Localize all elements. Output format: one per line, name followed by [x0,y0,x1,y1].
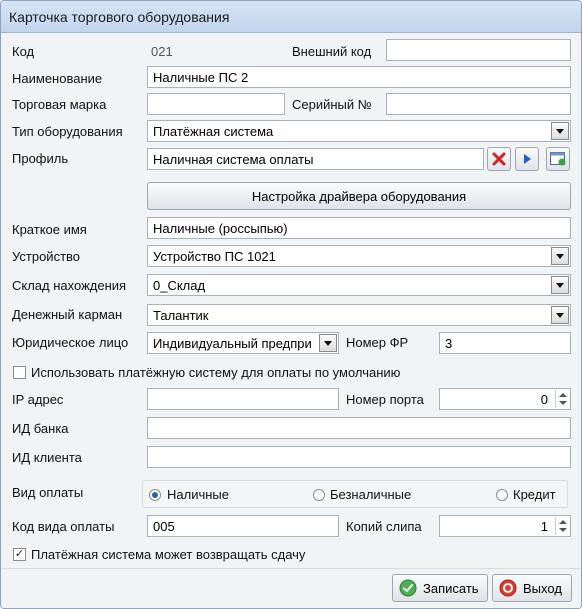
cash-pocket-value: Талантик [153,308,209,323]
arrow-down-icon[interactable] [559,528,567,532]
can-return-change-label: Платёжная система может возвращать сдачу [31,547,306,562]
red-power-icon [499,579,517,597]
payment-option-cash-label[interactable]: Наличные [167,487,229,502]
exit-button-label: Выход [523,580,562,596]
device-value: Устройство ПС 1021 [153,249,276,264]
legal-entity-select[interactable]: Индивидуальный предпри [147,332,339,354]
can-return-change-checkbox[interactable]: ✓ [13,548,26,561]
fr-number-label: Номер ФР [346,335,409,350]
clear-profile-button[interactable] [487,147,511,171]
form-body: Код 021 Внешний код Наименование Наличны… [2,33,580,608]
port-spinner[interactable]: 0 [439,388,571,410]
spinner-arrows[interactable] [555,390,569,408]
window-title: Карточка торгового оборудования [9,9,230,25]
serial-label: Серийный № [292,97,372,112]
brand-label: Торговая марка [12,97,107,112]
payment-kind-label: Вид оплаты [12,485,84,500]
name-label: Наименование [12,71,103,86]
footer-divider [2,568,580,569]
warehouse-select[interactable]: 0_Склад [147,274,571,296]
device-label: Устройство [12,249,81,264]
code-value: 021 [151,44,173,59]
title-bar: Карточка торгового оборудования [1,1,581,33]
client-id-input[interactable] [147,446,571,468]
blue-play-icon [524,154,531,164]
external-code-input[interactable] [386,39,571,61]
chevron-down-icon[interactable] [551,306,569,324]
payment-option-cashless-label[interactable]: Безналичные [330,487,411,502]
fr-number-input[interactable]: 3 [439,332,571,354]
port-label: Номер порта [346,392,424,407]
slip-copies-value: 1 [540,519,548,534]
save-button[interactable]: Записать [392,574,488,602]
warehouse-value: 0_Склад [153,278,206,293]
cash-pocket-label: Денежный карман [12,307,123,322]
equipment-card-window: Карточка торгового оборудования Код 021 … [0,0,582,609]
arrow-up-icon[interactable] [559,520,567,524]
serial-input[interactable] [386,93,571,115]
chevron-down-icon[interactable] [551,122,569,140]
equipment-type-select[interactable]: Платёжная система [147,120,571,142]
bank-id-input[interactable] [147,417,571,439]
code-label: Код [12,44,35,59]
driver-settings-button[interactable]: Настройка драйвера оборудования [147,182,571,210]
slip-copies-label: Копий слипа [346,519,422,534]
open-profile-button[interactable] [546,147,570,171]
red-x-icon [492,152,506,166]
equipment-type-label: Тип оборудования [12,124,123,139]
chevron-down-icon[interactable] [551,247,569,265]
arrow-up-icon[interactable] [559,393,567,397]
exit-button[interactable]: Выход [492,574,572,602]
client-id-label: ИД клиента [12,450,82,465]
payment-code-input[interactable]: 005 [147,515,339,537]
profile-input[interactable]: Наличная система оплаты [147,148,484,170]
green-check-icon [399,579,417,597]
use-default-checkbox[interactable] [13,366,26,379]
device-select[interactable]: Устройство ПС 1021 [147,245,571,267]
short-name-label: Краткое имя [12,222,87,237]
brand-input[interactable] [147,93,285,115]
warehouse-label: Склад нахождения [12,278,127,293]
payment-option-cash-radio[interactable] [149,489,161,501]
window-icon [550,152,566,166]
external-code-label: Внешний код [292,44,372,59]
port-value: 0 [540,392,548,407]
legal-entity-label: Юридическое лицо [12,335,129,350]
profile-label: Профиль [12,151,69,166]
name-input[interactable]: Наличные ПС 2 [147,66,571,88]
legal-entity-value: Индивидуальный предпри [153,336,312,351]
cash-pocket-select[interactable]: Талантик [147,304,571,326]
payment-option-credit-radio[interactable] [496,489,508,501]
payment-option-cashless-radio[interactable] [313,489,325,501]
ip-label: IP адрес [12,392,64,407]
chevron-down-icon[interactable] [551,276,569,294]
payment-code-label: Код вида оплаты [12,519,115,534]
select-profile-button[interactable] [515,147,539,171]
use-default-label: Использовать платёжную систему для оплат… [31,365,401,380]
equipment-type-value: Платёжная система [153,124,274,139]
chevron-down-icon[interactable] [319,334,337,352]
short-name-input[interactable]: Наличные (россыпью) [147,217,571,239]
spinner-arrows[interactable] [555,517,569,535]
bank-id-label: ИД банка [12,421,69,436]
ip-input[interactable] [147,388,339,410]
save-button-label: Записать [423,580,479,596]
slip-copies-spinner[interactable]: 1 [439,515,571,537]
arrow-down-icon[interactable] [559,401,567,405]
payment-option-credit-label[interactable]: Кредит [513,487,556,502]
payment-kind-group: Наличные Безналичные Кредит [142,480,568,508]
